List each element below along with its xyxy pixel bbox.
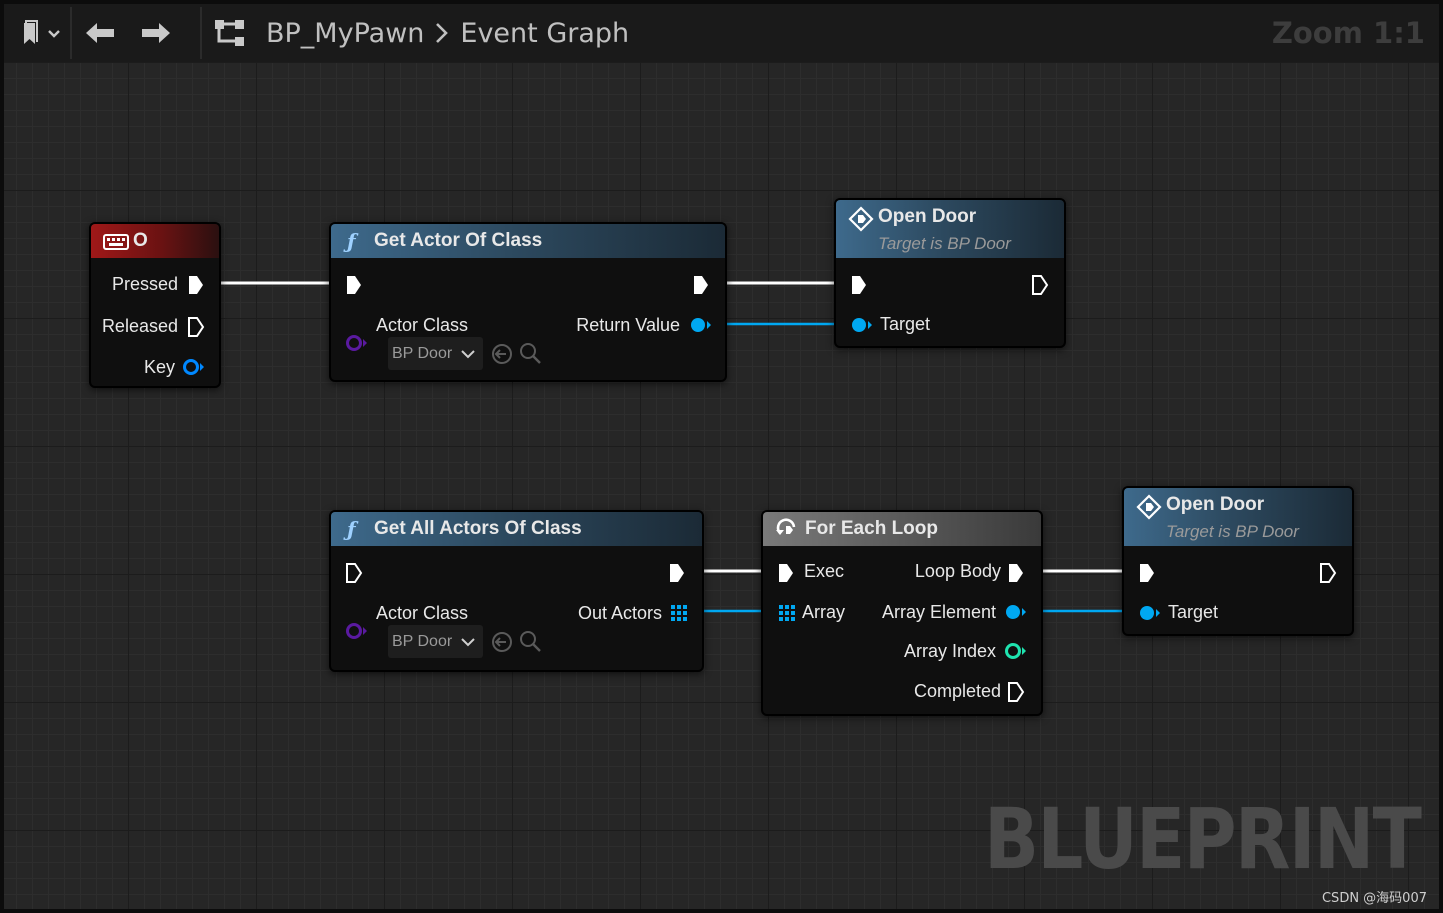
actor-class-value: BP Door xyxy=(392,632,453,650)
pin-label-return-value: Return Value xyxy=(576,315,680,335)
pin-label-pressed: Pressed xyxy=(111,274,178,294)
pin-label-array-index: Array Index xyxy=(903,641,996,661)
node-header: For Each Loop xyxy=(763,512,1041,546)
node-title: Open Door xyxy=(878,206,977,227)
pin-label-array-element: Array Element xyxy=(881,602,996,622)
exec-out-pin[interactable] xyxy=(1319,562,1337,584)
object-in-pin[interactable] xyxy=(849,316,875,334)
actor-class-value: BP Door xyxy=(392,344,453,362)
use-selected-icon[interactable] xyxy=(490,630,514,654)
exec-out-pin[interactable] xyxy=(692,274,710,296)
pin-label-key: Key xyxy=(143,357,175,377)
key-out-pin[interactable] xyxy=(182,358,206,376)
node-title: Open Door xyxy=(1166,494,1265,515)
node-title: O xyxy=(133,230,148,251)
exec-in-pin[interactable] xyxy=(1138,562,1156,584)
pin-label-target: Target xyxy=(1168,602,1219,622)
node-header: O xyxy=(91,224,219,258)
exec-in-pin[interactable] xyxy=(345,274,363,296)
function-icon: ƒ xyxy=(347,229,356,253)
node-header: ƒ Get All Actors Of Class xyxy=(331,512,702,546)
loop-icon xyxy=(776,518,796,535)
blueprint-watermark: BLUEPRINT xyxy=(984,790,1422,888)
pin-label-released: Released xyxy=(101,316,178,336)
pin-label-actor-class: Actor Class xyxy=(376,603,469,623)
actor-class-dropdown[interactable]: BP Door xyxy=(388,625,483,658)
exec-in-pin[interactable] xyxy=(345,562,363,584)
browse-search-icon[interactable] xyxy=(518,341,544,367)
exec-out-pin-pressed[interactable] xyxy=(187,274,205,296)
node-for-each-loop[interactable]: For Each Loop Exec Array Loop Body Array… xyxy=(761,510,1043,716)
node-header: Open Door Target is BP Door xyxy=(836,200,1064,258)
pin-label-exec: Exec xyxy=(804,561,845,581)
browse-search-icon[interactable] xyxy=(518,629,544,655)
array-in-pin[interactable] xyxy=(778,604,796,622)
exec-in-pin[interactable] xyxy=(850,274,868,296)
wires-layer xyxy=(204,281,1138,613)
chevron-down-icon xyxy=(461,637,475,646)
pin-label-array: Array xyxy=(802,602,846,622)
exec-in-pin[interactable] xyxy=(777,562,795,584)
node-subtitle: Target is BP Door xyxy=(1166,522,1299,541)
pin-label-loop-body: Loop Body xyxy=(914,561,1001,581)
event-icon xyxy=(848,206,874,232)
actor-class-dropdown[interactable]: BP Door xyxy=(388,337,483,370)
class-in-pin[interactable] xyxy=(344,622,370,640)
node-key-event[interactable]: O Pressed Released Key xyxy=(89,222,221,388)
int-out-pin[interactable] xyxy=(1003,642,1029,660)
object-out-pin[interactable] xyxy=(688,316,714,334)
event-icon xyxy=(1136,494,1162,520)
exec-out-pin[interactable] xyxy=(668,562,686,584)
pin-label-out-actors: Out Actors xyxy=(577,603,662,623)
node-title: Get All Actors Of Class xyxy=(374,518,582,539)
pin-label-actor-class: Actor Class xyxy=(376,315,469,335)
pin-label-completed: Completed xyxy=(913,681,1001,701)
object-out-pin[interactable] xyxy=(1003,603,1029,621)
object-in-pin[interactable] xyxy=(1137,604,1163,622)
pin-label-target: Target xyxy=(880,314,931,334)
exec-out-pin-completed[interactable] xyxy=(1007,681,1025,703)
exec-out-pin-released[interactable] xyxy=(187,316,205,338)
exec-out-pin[interactable] xyxy=(1031,274,1049,296)
node-get-all-actors-of-class[interactable]: ƒ Get All Actors Of Class Actor Class BP… xyxy=(329,510,704,672)
keyboard-icon xyxy=(103,234,129,250)
node-subtitle: Target is BP Door xyxy=(878,234,1011,253)
node-open-door-1[interactable]: Open Door Target is BP Door Target xyxy=(834,198,1066,348)
use-selected-icon[interactable] xyxy=(490,342,514,366)
node-get-actor-of-class[interactable]: ƒ Get Actor Of Class Actor Class BP Door… xyxy=(329,222,727,382)
array-out-pin[interactable] xyxy=(670,604,688,622)
chevron-down-icon xyxy=(461,349,475,358)
node-open-door-2[interactable]: Open Door Target is BP Door Target xyxy=(1122,486,1354,636)
function-icon: ƒ xyxy=(347,517,356,541)
credit-text: CSDN @海码007 xyxy=(1321,891,1427,906)
node-header: ƒ Get Actor Of Class xyxy=(331,224,725,258)
exec-out-pin-loop-body[interactable] xyxy=(1007,562,1025,584)
node-title: For Each Loop xyxy=(805,518,938,539)
class-in-pin[interactable] xyxy=(344,334,370,352)
node-header: Open Door Target is BP Door xyxy=(1124,488,1352,546)
node-title: Get Actor Of Class xyxy=(374,230,543,251)
